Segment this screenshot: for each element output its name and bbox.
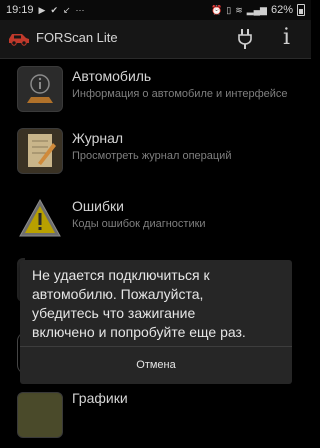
vibrate-icon: ▯ — [226, 5, 232, 15]
graph-icon — [17, 392, 63, 438]
menu-item-title: Графики — [72, 390, 128, 406]
info-icon[interactable]: i — [283, 25, 290, 50]
car-info-icon — [17, 66, 63, 112]
cancel-button[interactable]: Отмена — [20, 347, 292, 384]
warning-icon — [17, 196, 63, 242]
status-right: ⏰ ▯ ≋ ▂▄▆ 62% — [211, 0, 305, 20]
menu-item-title: Автомобиль — [72, 68, 152, 84]
menu-item-title: Ошибки — [72, 198, 124, 214]
connection-error-dialog: Не удается подключиться к автомобилю. По… — [20, 260, 292, 384]
notebook-icon — [17, 128, 63, 174]
missed-call-icon: ↙ — [63, 5, 71, 15]
app-title: FORScan Lite — [36, 30, 118, 45]
wifi-icon: ≋ — [235, 5, 243, 15]
dialog-message: Не удается подключиться к автомобилю. По… — [32, 267, 246, 340]
more-icon: ··· — [75, 5, 85, 15]
app-logo-icon — [9, 34, 29, 46]
battery-icon — [297, 4, 305, 16]
menu-item-subtitle: Просмотреть журнал операций — [72, 150, 232, 162]
menu-item-title: Журнал — [72, 130, 124, 146]
status-time: 19:19 — [6, 4, 34, 16]
menu-item-graphs[interactable]: Графики — [0, 386, 311, 448]
app-bar: FORScan Lite i — [0, 20, 311, 59]
status-left: 19:19 ▶ ✔ ↙ ··· — [6, 0, 85, 20]
status-bar: 19:19 ▶ ✔ ↙ ··· ⏰ ▯ ≋ ▂▄▆ 62% — [0, 0, 311, 20]
menu-item-vehicle[interactable]: Автомобиль Информация о автомобиле и инт… — [0, 60, 311, 122]
check-icon: ✔ — [50, 5, 58, 15]
menu-item-errors[interactable]: Ошибки Коды ошибок диагностики — [0, 190, 311, 252]
battery-percent: 62% — [270, 4, 293, 16]
menu-item-subtitle: Информация о автомобиле и интерфейсе — [72, 88, 288, 100]
video-icon: ▶ — [38, 5, 46, 15]
alarm-icon: ⏰ — [211, 5, 223, 15]
menu-item-log[interactable]: Журнал Просмотреть журнал операций — [0, 122, 311, 184]
signal-icon: ▂▄▆ — [246, 5, 267, 15]
plug-icon[interactable] — [236, 28, 254, 50]
menu-item-subtitle: Коды ошибок диагностики — [72, 218, 206, 230]
